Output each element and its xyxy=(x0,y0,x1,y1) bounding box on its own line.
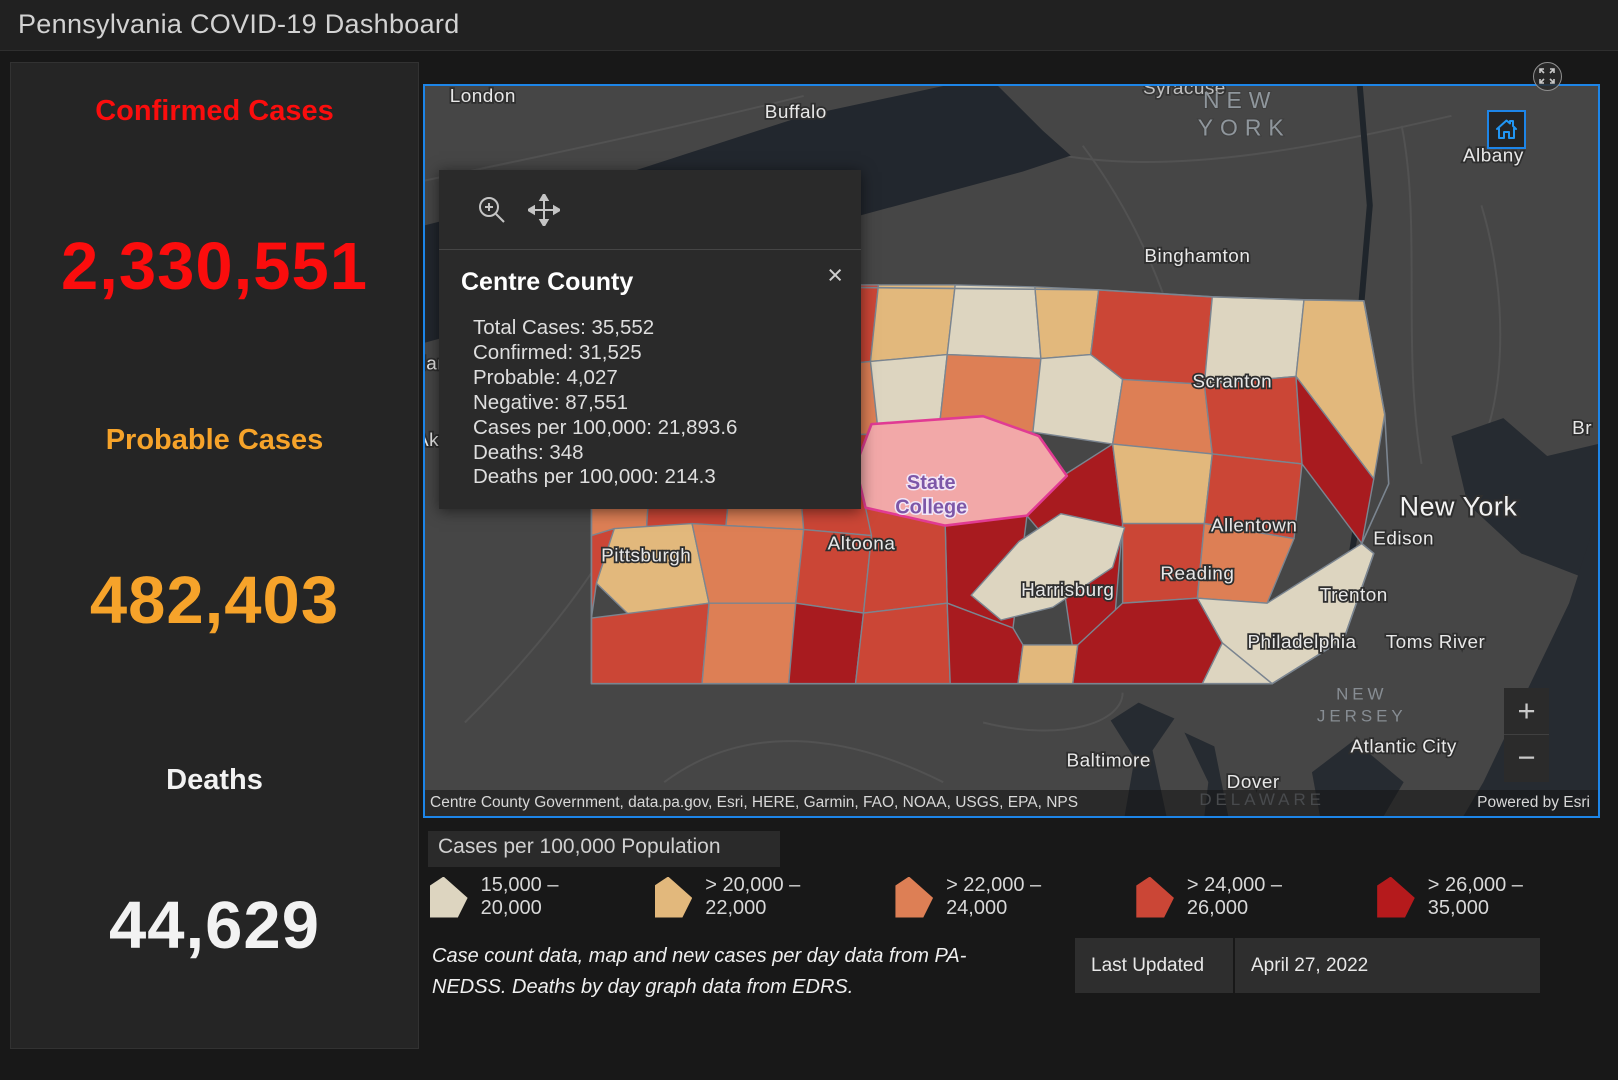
map-label: NEW xyxy=(1203,87,1277,113)
popup-title: Centre County xyxy=(461,268,634,296)
expand-arrows-icon xyxy=(1539,68,1555,84)
legend-title: Cases per 100,000 Population xyxy=(428,831,780,867)
legend-swatch xyxy=(654,876,693,918)
map-label: Atlantic City xyxy=(1350,736,1456,757)
popup-row: Confirmed: 31,525 xyxy=(473,340,642,364)
stat-label: Probable Cases xyxy=(105,424,324,456)
map-label: Reading xyxy=(1160,563,1234,584)
legend-range: > 22,000 – 24,000 xyxy=(946,874,1042,919)
close-icon[interactable]: × xyxy=(827,262,843,289)
map-label: Philadelphia xyxy=(1247,632,1356,653)
popup-row: Deaths: 348 xyxy=(473,440,584,464)
pan-icon[interactable] xyxy=(528,194,560,226)
legend-range: > 26,000 – 35,000 xyxy=(1427,874,1523,919)
attribution-bar: Centre County Government, data.pa.gov, E… xyxy=(425,790,1598,816)
stat-probable-cases: Probable Cases 482,403 xyxy=(11,424,418,639)
map-label: Altoona xyxy=(828,533,896,554)
state-college-label: College xyxy=(895,497,967,519)
stat-confirmed-cases: Confirmed Cases 2,330,551 xyxy=(11,95,418,305)
legend-item: > 26,000 – 35,000 xyxy=(1377,874,1580,920)
zoom-in-button[interactable]: + xyxy=(1504,688,1549,735)
map-label: YORK xyxy=(1198,115,1291,141)
legend-item: 15,000 – 20,000 xyxy=(430,874,617,920)
stat-deaths: Deaths 44,629 xyxy=(11,764,418,964)
legend-range: > 20,000 – 22,000 xyxy=(705,874,801,919)
map-popup: Centre County × Total Cases: 35,552 Conf… xyxy=(439,170,861,509)
popup-row: Deaths per 100,000: 214.3 xyxy=(473,465,716,489)
legend-item: > 24,000 – 26,000 xyxy=(1136,874,1339,920)
legend: 15,000 – 20,000 > 20,000 – 22,000 > 22,0… xyxy=(430,874,1618,920)
header-bar: Pennsylvania COVID-19 Dashboard xyxy=(0,0,1618,51)
legend-range: > 24,000 – 26,000 xyxy=(1186,874,1283,919)
zoom-to-icon[interactable] xyxy=(476,194,508,226)
map-label: Baltimore xyxy=(1066,750,1150,771)
stat-label: Deaths xyxy=(166,764,263,796)
map-label: Harrisburg xyxy=(1021,580,1114,601)
map-label: Pittsburgh xyxy=(601,545,691,566)
map-label: New York xyxy=(1400,492,1518,522)
last-updated-label: Last Updated xyxy=(1075,938,1233,993)
legend-swatch xyxy=(1136,876,1174,918)
attribution-text: Centre County Government, data.pa.gov, E… xyxy=(430,794,1079,811)
home-button[interactable] xyxy=(1487,110,1526,149)
popup-body: Total Cases: 35,552 Confirmed: 31,525 Pr… xyxy=(473,316,737,490)
data-source-note: Case count data, map and new cases per d… xyxy=(432,941,1032,1003)
stat-value: 2,330,551 xyxy=(60,229,369,304)
map-label: JERSEY xyxy=(1317,707,1407,726)
map-label: Trenton xyxy=(1320,585,1388,606)
zoom-out-button[interactable]: − xyxy=(1504,735,1549,782)
legend-swatch xyxy=(430,876,468,918)
note-line: Case count data, map and new cases per d… xyxy=(432,945,967,967)
map-label: Allentown xyxy=(1211,516,1298,537)
map-label: Binghamton xyxy=(1144,246,1250,267)
home-icon xyxy=(1496,119,1517,139)
powered-by-esri: Powered by Esri xyxy=(1477,794,1590,811)
stat-value: 482,403 xyxy=(89,563,340,638)
map-label: Edison xyxy=(1373,529,1434,550)
note-line: NEDSS. Deaths by day graph data from EDR… xyxy=(432,976,854,998)
expand-button[interactable] xyxy=(1533,62,1562,91)
stats-sidebar: Confirmed Cases 2,330,551 Probable Cases… xyxy=(10,62,419,1049)
last-updated-table: Last Updated April 27, 2022 xyxy=(1075,938,1540,993)
stat-label: Confirmed Cases xyxy=(95,95,334,127)
legend-item: > 22,000 – 24,000 xyxy=(895,874,1098,920)
popup-row: Probable: 4,027 xyxy=(473,365,618,389)
last-updated-value: April 27, 2022 xyxy=(1235,938,1540,993)
map-label: Scranton xyxy=(1192,371,1272,392)
map-widget[interactable]: London Buffalo Syracuse NEW YORK Bingham… xyxy=(423,84,1600,818)
stat-value: 44,629 xyxy=(109,888,320,963)
map-label: Br xyxy=(1572,418,1592,439)
popup-row: Total Cases: 35,552 xyxy=(473,316,655,339)
legend-range: 15,000 – 20,000 xyxy=(480,874,559,919)
legend-item: > 20,000 – 22,000 xyxy=(654,874,858,920)
page-title: Pennsylvania COVID-19 Dashboard xyxy=(18,9,460,39)
map-label: London xyxy=(450,86,516,107)
popup-row: Cases per 100,000: 21,893.6 xyxy=(473,415,738,439)
state-college-label: State xyxy=(907,472,956,494)
popup-row: Negative: 87,551 xyxy=(473,390,629,414)
legend-swatch xyxy=(1377,876,1415,918)
popup-toolbar xyxy=(439,170,861,250)
map-label: Buffalo xyxy=(765,102,827,123)
map-label: NEW xyxy=(1336,685,1387,704)
zoom-controls: + − xyxy=(1504,688,1549,782)
legend-swatch xyxy=(895,876,934,918)
map-label: Toms River xyxy=(1386,632,1486,653)
